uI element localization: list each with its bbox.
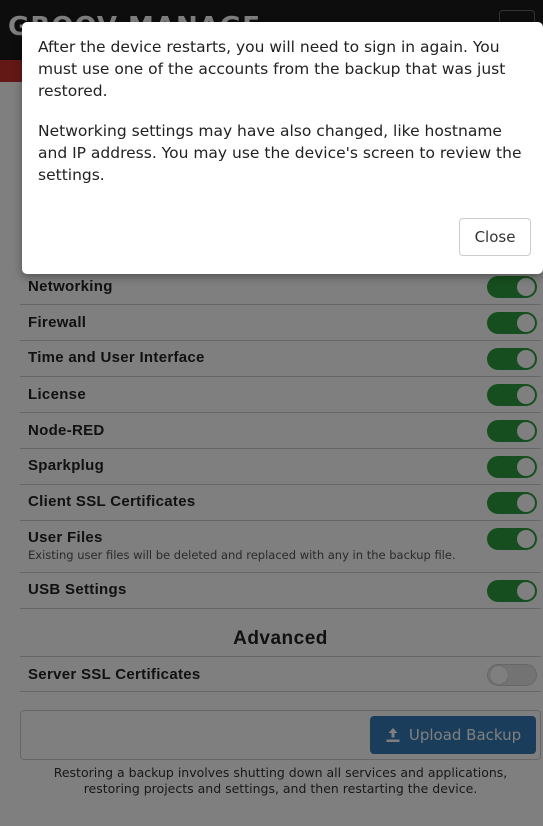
restart-info-modal: After the device restarts, you will need… <box>22 22 543 274</box>
modal-paragraph-networking: Networking settings may have also change… <box>38 122 522 184</box>
close-button[interactable]: Close <box>459 218 531 256</box>
modal-paragraph-signin: After the device restarts, you will need… <box>38 38 506 100</box>
